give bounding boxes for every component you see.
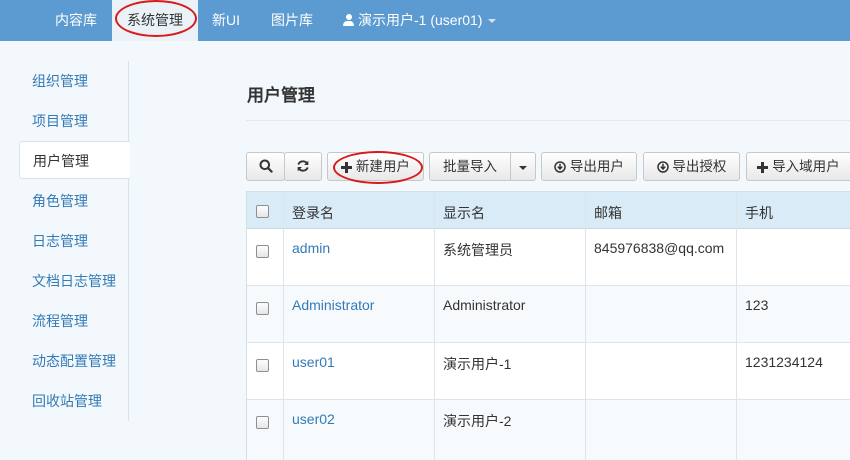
export-auth-button[interactable]: 导出授权 — [643, 152, 740, 181]
sidebar-item-doc-logs[interactable]: 文档日志管理 — [32, 271, 116, 291]
sidebar-item-project[interactable]: 项目管理 — [32, 111, 88, 131]
display-name: Administrator — [443, 297, 526, 313]
phone: 1231234124 — [745, 354, 823, 370]
column-header-login[interactable]: 登录名 — [292, 203, 334, 223]
column-header-email[interactable]: 邮箱 — [594, 203, 622, 223]
export-users-button[interactable]: 导出用户 — [541, 152, 637, 181]
table-row[interactable]: user01 演示用户-1 1231234124 — [247, 343, 850, 400]
nav-image-library[interactable]: 图片库 — [271, 0, 313, 41]
title-divider — [246, 120, 850, 121]
column-divider — [283, 191, 284, 460]
plus-icon — [757, 162, 769, 173]
row-checkbox[interactable] — [256, 359, 269, 372]
phone: 123 — [745, 297, 769, 313]
login-link[interactable]: admin — [292, 240, 330, 256]
email: 845976838@qq.com — [594, 240, 725, 256]
sidebar-item-recycle-bin[interactable]: 回收站管理 — [32, 391, 102, 411]
user-icon — [343, 14, 354, 26]
column-divider — [585, 191, 586, 460]
column-header-phone[interactable]: 手机 — [745, 203, 773, 223]
search-icon — [259, 159, 273, 173]
sidebar-item-users[interactable]: 用户管理 — [19, 141, 130, 179]
table-row[interactable]: Administrator Administrator 123 — [247, 286, 850, 343]
row-checkbox[interactable] — [256, 416, 269, 429]
sidebar-item-dynamic-config[interactable]: 动态配置管理 — [32, 351, 116, 371]
login-link[interactable]: Administrator — [292, 297, 374, 313]
display-name: 演示用户-1 — [443, 356, 512, 372]
display-name: 演示用户-2 — [443, 413, 512, 429]
user-menu-label: 演示用户-1 (user01) — [358, 12, 483, 28]
login-link[interactable]: user02 — [292, 411, 335, 427]
sidebar: 组织管理 项目管理 用户管理 角色管理 日志管理 文档日志管理 流程管理 动态配… — [0, 41, 130, 460]
search-button[interactable] — [246, 152, 285, 181]
caret-down-icon — [519, 166, 527, 170]
column-divider — [736, 191, 737, 460]
new-user-button[interactable]: 新建用户 — [327, 152, 424, 181]
import-domain-users-label: 导入域用户 — [772, 159, 840, 174]
table-row[interactable]: user02 演示用户-2 — [247, 400, 850, 460]
import-domain-users-button[interactable]: 导入域用户 — [746, 152, 850, 181]
users-table: 登录名 显示名 邮箱 手机 admin 系统管理员 845976838@qq.c… — [246, 191, 850, 460]
sidebar-item-workflow[interactable]: 流程管理 — [32, 311, 88, 331]
new-user-label: 新建用户 — [355, 159, 410, 174]
refresh-icon — [297, 160, 309, 172]
export-users-label: 导出用户 — [569, 159, 624, 174]
sidebar-item-label: 用户管理 — [33, 153, 89, 169]
export-auth-label: 导出授权 — [672, 159, 727, 174]
login-link[interactable]: user01 — [292, 354, 335, 370]
nav-content-library[interactable]: 内容库 — [55, 0, 97, 41]
column-divider — [434, 191, 435, 460]
download-circle-icon — [554, 161, 566, 173]
table-header: 登录名 显示名 邮箱 手机 — [247, 191, 850, 229]
batch-import-button[interactable]: 批量导入 — [429, 152, 511, 181]
caret-down-icon — [488, 19, 497, 23]
row-checkbox[interactable] — [256, 245, 269, 258]
sidebar-item-org[interactable]: 组织管理 — [32, 71, 88, 91]
batch-import-dropdown[interactable] — [510, 152, 536, 181]
row-checkbox[interactable] — [256, 302, 269, 315]
plus-icon — [341, 162, 353, 173]
user-menu[interactable]: 演示用户-1 (user01) — [343, 0, 497, 41]
sidebar-item-logs[interactable]: 日志管理 — [32, 231, 88, 251]
table-row[interactable]: admin 系统管理员 845976838@qq.com — [247, 229, 850, 286]
display-name: 系统管理员 — [443, 242, 513, 258]
sidebar-item-roles[interactable]: 角色管理 — [32, 191, 88, 211]
download-circle-icon — [656, 161, 669, 173]
nav-new-ui[interactable]: 新UI — [212, 0, 240, 41]
sidebar-divider — [128, 61, 129, 421]
top-navbar: 内容库 系统管理 新UI 图片库 演示用户-1 (user01) — [0, 0, 850, 41]
column-header-display[interactable]: 显示名 — [443, 203, 485, 223]
nav-system-management[interactable]: 系统管理 — [112, 0, 198, 41]
page-title: 用户管理 — [247, 86, 315, 105]
refresh-button[interactable] — [284, 152, 322, 181]
select-all-checkbox[interactable] — [256, 205, 269, 218]
